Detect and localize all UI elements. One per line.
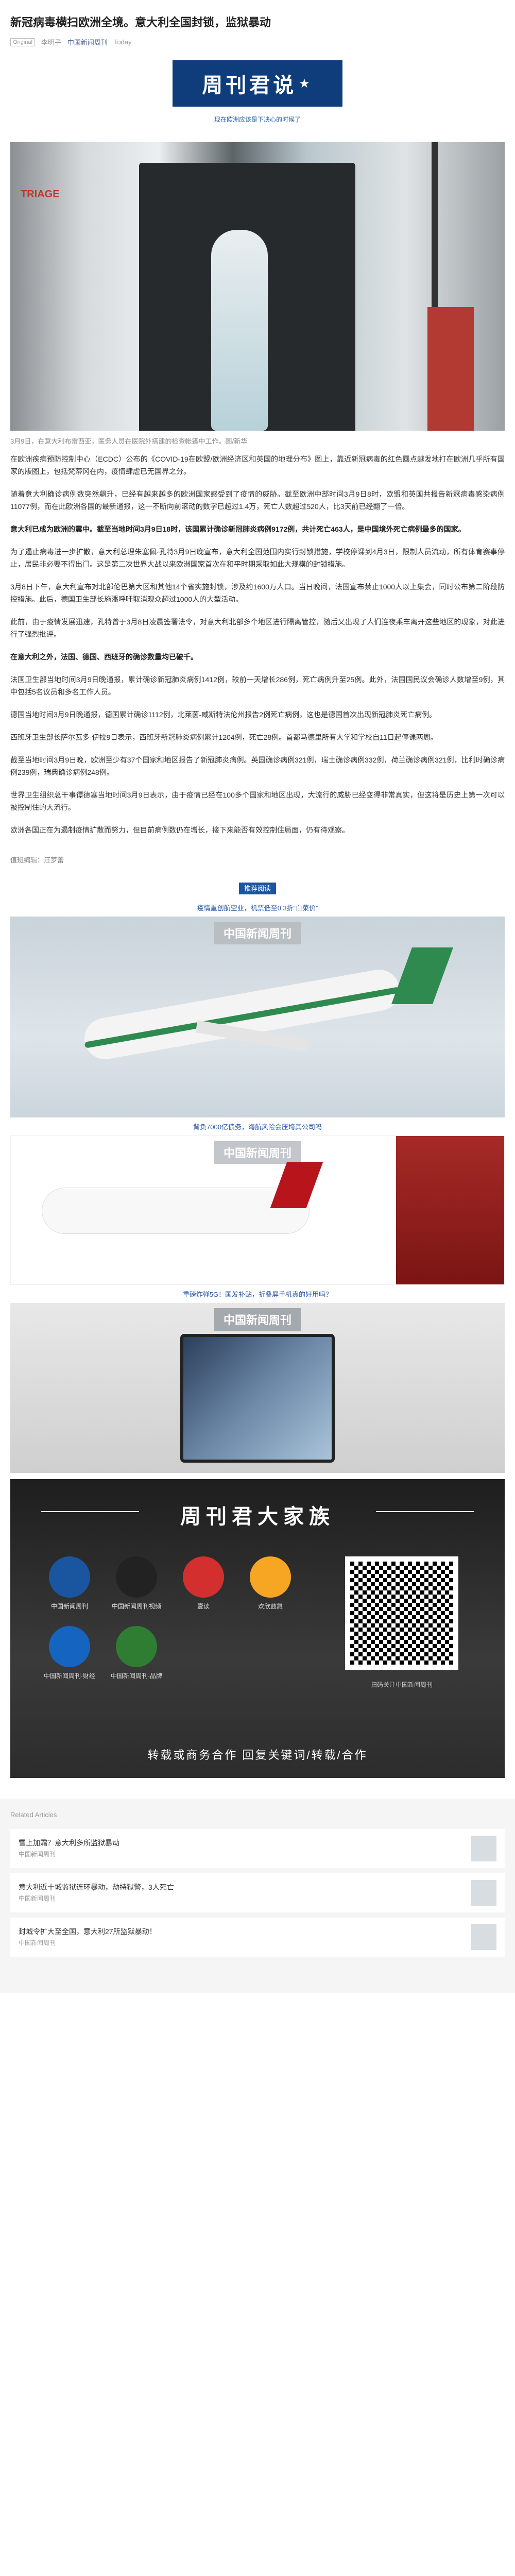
- article-paragraph: 在意大利之外，法国、德国、西班牙的确诊数量均已破千。: [10, 653, 198, 661]
- article-paragraph: 法国卫生部当地时间3月9日晚通报，累计确诊新冠肺炎病例1412例，较前一天增长2…: [10, 675, 505, 696]
- family-member[interactable]: 中国新闻周刊·财经: [41, 1626, 98, 1680]
- article-paragraph: 西班牙卫生部长萨尔瓦多·伊拉9日表示，西班牙新冠肺炎病例累计1204例，死亡28…: [10, 733, 438, 741]
- author-name: 李明子: [41, 39, 61, 46]
- family-member-name: 中国新闻周刊: [50, 1603, 88, 1610]
- account-logo-icon: [116, 1626, 157, 1667]
- publish-date: Today: [113, 38, 132, 46]
- hero-image: TRIAGE: [10, 142, 505, 431]
- related-list: 雪上加霜？意大利多所监狱暴动 中国新闻周刊 意大利近十城监狱连环暴动，劫持狱警，3人…: [10, 1829, 505, 1957]
- related-item-text: 封城令扩大至全国，意大利27所监狱暴动！ 中国新闻周刊: [19, 1926, 157, 1948]
- family-member[interactable]: 中国新闻周刊·品牌: [108, 1626, 165, 1680]
- family-member[interactable]: 壹读: [175, 1556, 232, 1611]
- account-logo-icon: [183, 1556, 224, 1598]
- qr-label: 扫码关注中国新闻周刊: [370, 1681, 433, 1688]
- account-logo-icon: [49, 1626, 90, 1667]
- related-item[interactable]: 意大利近十城监狱连环暴动，劫持狱警，3人死亡 中国新闻周刊: [10, 1873, 505, 1912]
- family-member-name: 壹读: [197, 1603, 210, 1610]
- article-paragraph: 随着意大利确诊病例数突然飙升，已经有越来越多的欧洲国家感受到了疫情的威胁。截至欧…: [10, 490, 505, 511]
- plane-tail: [270, 1162, 323, 1208]
- logo-strip: 中国新闻周刊: [214, 922, 301, 944]
- family-member-name: 中国新闻周刊·财经: [44, 1672, 95, 1680]
- article-title: 新冠病毒横扫欧洲全境。意大利全国封锁，监狱暴动: [10, 16, 271, 29]
- related-title: Related Articles: [10, 1811, 57, 1819]
- account-logo-icon: [49, 1556, 90, 1598]
- recommend-headline[interactable]: 重磅炸弹5G！国发补贴，折叠屏手机真的好用吗？: [10, 1285, 505, 1303]
- logo-strip: 中国新闻周刊: [214, 1308, 301, 1331]
- plane-tail: [391, 947, 454, 1004]
- recommend-card-2[interactable]: 背负7000亿债务，海航风险会压垮其公司吗 中国新闻周刊: [10, 1117, 505, 1285]
- page: 新冠病毒横扫欧洲全境。意大利全国封锁，监狱暴动 Original 李明子 中国新…: [0, 0, 515, 1993]
- editor-credit: 值班编辑：汪梦蕾: [10, 856, 64, 864]
- family-member[interactable]: 欢欣鼓舞: [242, 1556, 299, 1611]
- family-panel: 周刊君大家族 中国新闻周刊 中国新闻周刊视频 壹读 欢欣鼓舞 中国新闻周刊·财经 中国新闻…: [10, 1479, 505, 1778]
- related-thumbnail: [471, 1880, 496, 1906]
- article-paragraph: 此前，由于疫情发展迅速，孔特曾于3月8日凌晨签署法令，对意大利北部多个地区进行隔…: [10, 618, 505, 638]
- recommend-label: 推荐阅读: [10, 883, 505, 894]
- phone-image[interactable]: 中国新闻周刊: [10, 1303, 505, 1473]
- family-member[interactable]: 中国新闻周刊: [41, 1556, 98, 1611]
- family-footer: 转载或商务合作 回复关键词/转载/合作: [147, 1749, 368, 1761]
- plane-fuselage: [42, 1188, 310, 1234]
- hero-caption: 3月9日，在意大利布雷西亚，医务人员在医院外搭建的检查帐篷中工作。图/新华: [10, 437, 248, 445]
- tent-label: TRIAGE: [21, 189, 60, 200]
- recommend-label-text: 推荐阅读: [238, 883, 276, 894]
- article-paragraph: 世界卫生组织总干事谭德塞当地时间3月9日表示，由于疫情已经在100多个国家和地区…: [10, 791, 505, 811]
- article: 新冠病毒横扫欧洲全境。意大利全国封锁，监狱暴动 Original 李明子 中国新…: [0, 0, 515, 1778]
- family-members: 中国新闻周刊 中国新闻周刊视频 壹读 欢欣鼓舞中国新闻周刊·财经 中国新闻周刊·品牌: [41, 1556, 309, 1680]
- related-account: 中国新闻周刊: [19, 1851, 56, 1858]
- article-meta: Original 李明子 中国新闻周刊 Today: [10, 37, 505, 47]
- red-container-shape: [427, 307, 474, 431]
- article-paragraph: 截至当地时间3月9日晚，欧洲至少有37个国家和地区报告了新冠肺炎病例。英国确诊病…: [10, 756, 505, 776]
- article-paragraph: 3月8日下午，意大利宣布对北部伦巴第大区和其他14个省实施封锁，涉及约1600万…: [10, 583, 505, 603]
- divider-right: [376, 1511, 474, 1512]
- account-logo-icon: [116, 1556, 157, 1598]
- related-account: 中国新闻周刊: [19, 1939, 56, 1946]
- logo-strip: 中国新闻周刊: [214, 1141, 301, 1164]
- related-headline: 雪上加霜？意大利多所监狱暴动: [19, 1839, 119, 1847]
- red-panel: [396, 1136, 504, 1284]
- related-item[interactable]: 雪上加霜？意大利多所监狱暴动 中国新闻周刊: [10, 1829, 505, 1868]
- banner-box: 周刊君说 ★: [173, 60, 342, 107]
- hainan-plane-image[interactable]: 中国新闻周刊: [10, 1136, 505, 1285]
- medical-worker-shape: [211, 230, 268, 431]
- related-account: 中国新闻周刊: [19, 1895, 56, 1902]
- original-tag: Original: [10, 38, 35, 46]
- family-member-name: 欢欣鼓舞: [258, 1603, 283, 1610]
- article-paragraph: 欧洲各国正在为遏制疫情扩散而努力，但目前病例数仍在增长，接下来能否有效控制住局面…: [10, 826, 349, 834]
- family-member[interactable]: 中国新闻周刊视频: [108, 1556, 165, 1611]
- related-thumbnail: [471, 1836, 496, 1861]
- family-member-name: 中国新闻周刊视频: [111, 1603, 161, 1610]
- related-headline: 封城令扩大至全国，意大利27所监狱暴动！: [19, 1927, 157, 1936]
- qr-code: [345, 1556, 458, 1670]
- related-thumbnail: [471, 1924, 496, 1950]
- article-paragraph: 德国当地时间3月9日晚通报，德国累计确诊1112例，北莱茵-威斯特法伦州报告2例…: [10, 710, 437, 719]
- related-item-text: 雪上加霜？意大利多所监狱暴动 中国新闻周刊: [19, 1837, 119, 1860]
- related-item-text: 意大利近十城监狱连环暴动，劫持狱警，3人死亡 中国新闻周刊: [19, 1882, 174, 1904]
- recommend-card-1[interactable]: 疫情重创航空业，机票低至0.3折“白菜价” 中国新闻周刊: [10, 899, 505, 1117]
- recommend-headline[interactable]: 疫情重创航空业，机票低至0.3折“白菜价”: [10, 899, 505, 917]
- account-link[interactable]: 中国新闻周刊: [67, 37, 108, 47]
- account-logo-icon: [250, 1556, 291, 1598]
- family-member-name: 中国新闻周刊·品牌: [111, 1672, 162, 1680]
- plane-image[interactable]: 中国新闻周刊: [10, 917, 505, 1117]
- article-paragraph: 意大利已成为欧洲的震中。截至当地时间3月9日18时，该国累计确诊新冠肺炎病例91…: [10, 525, 466, 533]
- banner: 周刊君说 ★ 现在欧洲应该是下决心的时候了: [173, 60, 342, 124]
- article-paragraph: 为了遏止病毒进一步扩散，意大利总理朱塞佩·孔特3月9日晚宣布，意大利全国范围内实…: [10, 548, 505, 568]
- star-icon: ★: [299, 76, 313, 91]
- article-paragraph: 在欧洲疾病预防控制中心（ECDC）公布的《COVID-19在欧盟/欧洲经济区和英…: [10, 455, 505, 476]
- recommend-headline[interactable]: 背负7000亿债务，海航风险会压垮其公司吗: [10, 1117, 505, 1136]
- related-item[interactable]: 封城令扩大至全国，意大利27所监狱暴动！ 中国新闻周刊: [10, 1918, 505, 1957]
- folding-phone-shape: [180, 1334, 335, 1463]
- related-section: Related Articles 雪上加霜？意大利多所监狱暴动 中国新闻周刊 意大利…: [0, 1799, 515, 1993]
- related-headline: 意大利近十城监狱连环暴动，劫持狱警，3人死亡: [19, 1883, 174, 1891]
- banner-subtitle: 现在欧洲应该是下决心的时候了: [214, 116, 301, 123]
- family-title: 周刊君大家族: [180, 1505, 335, 1528]
- banner-title: 周刊君说: [202, 74, 297, 97]
- article-body: 在欧洲疾病预防控制中心（ECDC）公布的《COVID-19在欧盟/欧洲经济区和英…: [10, 453, 505, 836]
- recommend-card-3[interactable]: 重磅炸弹5G！国发补贴，折叠屏手机真的好用吗？ 中国新闻周刊: [10, 1285, 505, 1473]
